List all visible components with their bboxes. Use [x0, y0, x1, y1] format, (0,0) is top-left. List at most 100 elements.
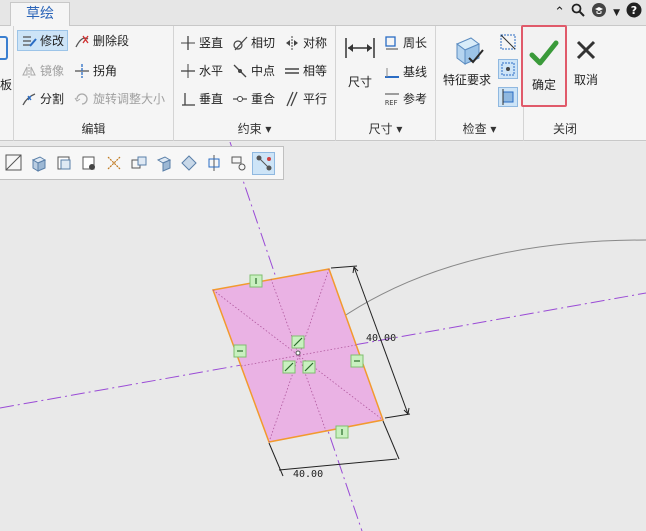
display-style-button[interactable] [27, 152, 50, 175]
feature-requirements-label: 特征要求 [442, 73, 491, 87]
corner-label: 拐角 [93, 64, 118, 78]
midpoint-constraint-button[interactable]: 中点 [232, 62, 275, 79]
datum-display-button[interactable] [102, 152, 125, 175]
close-icon [576, 40, 596, 60]
perpendicular-label: 垂直 [199, 92, 224, 106]
perspective-button[interactable] [152, 152, 175, 175]
overlapping-geometry-button[interactable] [498, 32, 518, 52]
dimension-width-value[interactable]: 40.00 [293, 469, 323, 480]
center-point[interactable] [295, 350, 301, 356]
check-icon [529, 40, 559, 66]
layers-button[interactable] [77, 152, 100, 175]
zoom-to-fit-button[interactable] [2, 152, 25, 175]
delete-segment-button[interactable]: 删除段 [74, 32, 129, 49]
sketch-display-filter-button[interactable] [227, 152, 250, 175]
annotation-display-button[interactable] [127, 152, 150, 175]
vertical-constraint-button[interactable]: 竖直 [180, 34, 223, 51]
perpendicular-constraint-button[interactable]: 垂直 [180, 90, 223, 107]
sketch-view-button[interactable] [202, 152, 225, 175]
graphics-canvas[interactable]: 40.00 40.00 [0, 142, 646, 531]
parallel-label: 平行 [303, 92, 328, 106]
baseline-icon [384, 64, 400, 80]
symmetric-label: 对称 [303, 36, 328, 50]
help-icon[interactable]: ? [626, 2, 642, 25]
ribbon-group-inspect: 特征要求 检查 ▾ [436, 26, 524, 141]
saved-views-icon [57, 156, 70, 170]
shade-closed-loops-button[interactable] [498, 87, 518, 107]
annotation-display-icon [131, 156, 146, 169]
dimension-group-label[interactable]: 尺寸 ▾ [336, 117, 435, 141]
sketch-drawing: 40.00 40.00 [0, 142, 646, 531]
divide-label: 分割 [40, 92, 65, 106]
ribbon-item-cut: 板 [0, 76, 12, 93]
symmetric-constraint-button[interactable]: 对称 [284, 34, 327, 51]
delete-segment-icon [74, 33, 90, 49]
mirror-label: 镜像 [40, 64, 65, 78]
shade-closed-loops-icon [502, 89, 514, 105]
perimeter-button[interactable]: 周长 [384, 34, 427, 51]
dimension-button[interactable]: 尺寸 [342, 34, 378, 90]
zoom-fit-icon [5, 154, 21, 171]
constraint-display-icon [256, 155, 271, 171]
community-icon[interactable] [591, 2, 607, 25]
highlight-open-ends-icon [501, 62, 515, 76]
divide-button[interactable]: 分割 [21, 90, 64, 107]
shading-button[interactable] [177, 152, 200, 175]
ribbon-group-sketching-partial: 板 [0, 26, 14, 141]
modify-label: 修改 [40, 34, 65, 48]
dimension-label: 尺寸 [347, 75, 372, 89]
close-group-label: 关闭 [552, 122, 577, 136]
svg-text:REF: REF [385, 99, 398, 107]
ribbon-group-edit: 修改 删除段 镜像 拐角 分割 旋转调整大小 编辑 [14, 26, 174, 141]
perpendicular-constraint-icon [180, 91, 196, 107]
ribbon-group-close: 确定 取消 关闭 [521, 25, 606, 141]
coincident-label: 重合 [251, 92, 276, 106]
coincident-constraint-icon [232, 91, 248, 107]
divide-icon [21, 91, 37, 107]
saved-views-button[interactable] [52, 152, 75, 175]
equal-constraint-icon [284, 63, 300, 79]
reference-button[interactable]: REF 参考 [384, 90, 427, 107]
palette-icon[interactable] [0, 36, 8, 60]
baseline-button[interactable]: 基线 [384, 63, 427, 80]
corner-icon [74, 63, 90, 79]
tangent-label: 相切 [251, 36, 276, 50]
perspective-icon [156, 156, 171, 172]
reference-label: 参考 [403, 92, 428, 106]
tangent-constraint-icon [232, 35, 248, 51]
mirror-icon [21, 63, 37, 79]
modify-button[interactable]: 修改 [17, 30, 69, 51]
modify-icon [21, 33, 37, 49]
rotate-resize-button[interactable]: 旋转调整大小 [74, 90, 165, 107]
vertical-label: 竖直 [199, 36, 224, 50]
cancel-button[interactable]: 取消 [570, 38, 602, 88]
constraint-display-button[interactable] [252, 151, 275, 175]
collapse-ribbon-icon[interactable]: ⌃ [554, 3, 565, 23]
mirror-button[interactable]: 镜像 [21, 62, 64, 79]
horizontal-label: 水平 [199, 64, 224, 78]
tangent-constraint-button[interactable]: 相切 [232, 34, 275, 51]
ok-button[interactable]: 确定 [521, 25, 567, 107]
ribbon-group-dimension: 尺寸 周长 基线 REF 参考 尺寸 ▾ [336, 26, 436, 141]
horizontal-constraint-button[interactable]: 水平 [180, 62, 223, 79]
ribbon-tab-strip: 草绘 ⌃ ▼ ? [0, 0, 646, 27]
rotate-resize-icon [74, 91, 90, 107]
tab-sketch[interactable]: 草绘 [10, 2, 70, 27]
top-right-icons: ⌃ ▼ ? [554, 2, 642, 25]
inspect-group-label[interactable]: 检查 ▾ [436, 117, 523, 141]
sketch-view-icon [208, 155, 219, 171]
constraint-group-label[interactable]: 约束 ▾ [174, 117, 335, 141]
corner-button[interactable]: 拐角 [74, 62, 117, 79]
dimension-height-value[interactable]: 40.00 [366, 333, 396, 344]
dropdown-caret-icon[interactable]: ▼ [613, 3, 620, 23]
coincident-constraint-button[interactable]: 重合 [232, 90, 275, 107]
ribbon: 板 修改 删除段 镜像 拐角 分割 旋转调整大小 编辑 竖直 相切 对称 水平 … [0, 25, 646, 141]
parallel-constraint-button[interactable]: 平行 [284, 90, 327, 107]
highlight-open-ends-button[interactable] [498, 59, 518, 79]
reference-icon: REF [384, 91, 400, 107]
horizontal-constraint-icon [180, 63, 196, 79]
feature-requirements-button[interactable]: 特征要求 [440, 34, 494, 88]
search-icon[interactable] [571, 3, 585, 24]
equal-constraint-button[interactable]: 相等 [284, 62, 327, 79]
graphics-toolbar [0, 146, 284, 180]
